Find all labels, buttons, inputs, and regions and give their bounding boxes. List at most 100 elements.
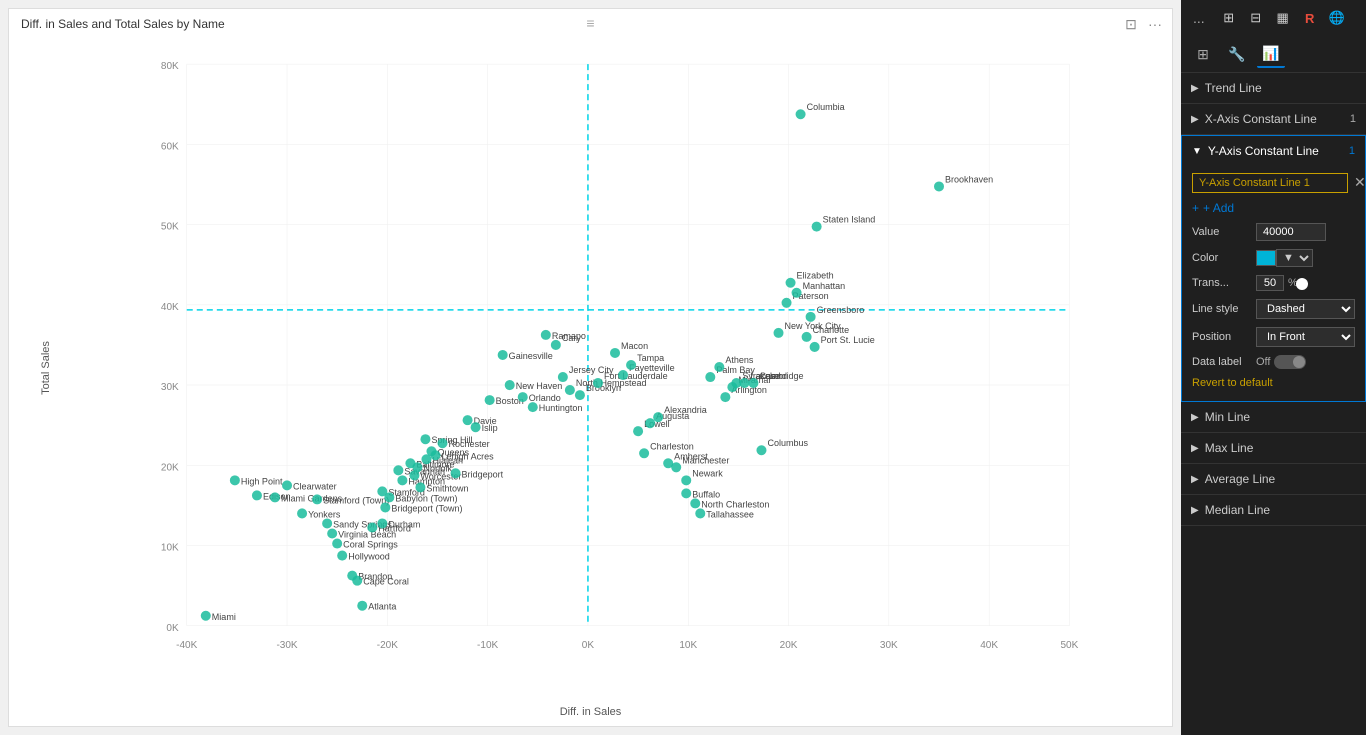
- svg-text:50K: 50K: [161, 222, 179, 233]
- svg-text:Manchester: Manchester: [682, 455, 729, 465]
- svg-text:New Haven: New Haven: [516, 381, 563, 391]
- svg-text:Athens: Athens: [725, 355, 754, 365]
- svg-text:Cambridge: Cambridge: [759, 371, 803, 381]
- svg-text:20K: 20K: [780, 640, 798, 651]
- line-style-label: Line style: [1192, 303, 1256, 315]
- x-axis-label: Diff. in Sales: [560, 706, 622, 718]
- line-style-select[interactable]: Dashed Solid Dotted: [1256, 299, 1355, 319]
- line-name-input[interactable]: [1192, 173, 1348, 193]
- svg-text:-10K: -10K: [477, 640, 498, 651]
- drag-handle[interactable]: ≡: [586, 15, 594, 31]
- add-label: + Add: [1203, 201, 1234, 215]
- section-label: X-Axis Constant Line: [1205, 112, 1317, 126]
- color-label: Color: [1192, 252, 1256, 264]
- data-label-toggle: Off: [1256, 355, 1306, 369]
- svg-text:Elizabeth: Elizabeth: [797, 271, 834, 281]
- svg-text:40K: 40K: [980, 640, 998, 651]
- svg-text:30K: 30K: [161, 382, 179, 393]
- svg-text:Tallahassee: Tallahassee: [706, 509, 754, 519]
- line-style-row: Line style Dashed Solid Dotted: [1192, 299, 1355, 319]
- panel-tab-analytics[interactable]: 📊: [1257, 40, 1285, 68]
- svg-text:Lehigh Acres: Lehigh Acres: [441, 451, 494, 461]
- svg-text:Rochester: Rochester: [449, 439, 490, 449]
- svg-text:Bridgeport (Town): Bridgeport (Town): [391, 503, 462, 513]
- panel-icon-grid[interactable]: ⊞: [1217, 6, 1241, 30]
- svg-text:Columbus: Columbus: [767, 438, 808, 448]
- toggle-off-label: Off: [1256, 356, 1270, 368]
- svg-text:Brookhaven: Brookhaven: [945, 174, 993, 184]
- svg-text:Stamford (Town): Stamford (Town): [323, 495, 389, 505]
- transparency-label: Trans...: [1192, 277, 1256, 289]
- svg-text:60K: 60K: [161, 141, 179, 152]
- section-min-line[interactable]: ▶ Min Line: [1181, 402, 1366, 433]
- transparency-input[interactable]: [1256, 275, 1284, 291]
- panel-more-dots[interactable]: ...: [1189, 8, 1209, 28]
- svg-text:Miami: Miami: [212, 612, 236, 622]
- chevron-icon: ▶: [1191, 83, 1199, 94]
- panel-tab-fields[interactable]: ⊞: [1189, 40, 1217, 68]
- y-axis-header[interactable]: ▼ Y-Axis Constant Line 1: [1182, 136, 1365, 166]
- section-label: Max Line: [1205, 441, 1254, 455]
- section-label: Trend Line: [1205, 81, 1262, 95]
- svg-text:Islip: Islip: [482, 423, 498, 433]
- svg-text:20K: 20K: [161, 462, 179, 473]
- svg-text:Alexandria: Alexandria: [664, 405, 708, 415]
- panel-icon-r[interactable]: R: [1298, 6, 1322, 30]
- y-axis-count: 1: [1349, 145, 1355, 157]
- section-median-line[interactable]: ▶ Median Line: [1181, 495, 1366, 526]
- chevron-icon: ▶: [1191, 412, 1199, 423]
- color-swatch[interactable]: [1256, 250, 1276, 266]
- color-dropdown[interactable]: ▼: [1276, 249, 1313, 267]
- svg-text:Newark: Newark: [692, 468, 723, 478]
- svg-text:Greensboro: Greensboro: [817, 305, 865, 315]
- svg-text:Smithtown: Smithtown: [426, 483, 468, 493]
- add-line-button[interactable]: + + Add: [1192, 201, 1355, 215]
- svg-text:80K: 80K: [161, 61, 179, 72]
- section-label: Median Line: [1205, 503, 1270, 517]
- close-line-button[interactable]: ✕: [1352, 172, 1366, 193]
- svg-text:0K: 0K: [166, 623, 179, 634]
- toggle-track[interactable]: [1274, 355, 1306, 369]
- section-max-line[interactable]: ▶ Max Line: [1181, 433, 1366, 464]
- chevron-icon: ▶: [1191, 114, 1199, 125]
- expand-icon[interactable]: ⊡: [1122, 15, 1140, 33]
- chart-title: Diff. in Sales and Total Sales by Name: [21, 17, 225, 31]
- panel-toolbar-row1: ... ⊞ ⊟ ▦ R 🌐: [1181, 0, 1366, 36]
- svg-text:Gainesville: Gainesville: [509, 351, 553, 361]
- revert-link[interactable]: Revert to default: [1192, 377, 1355, 389]
- panel-icon-table[interactable]: ⊟: [1244, 6, 1268, 30]
- position-row: Position In Front Behind: [1192, 327, 1355, 347]
- value-row: Value: [1192, 223, 1355, 241]
- chevron-icon: ▶: [1191, 443, 1199, 454]
- more-icon[interactable]: ···: [1146, 15, 1164, 33]
- panel-icon-globe[interactable]: 🌐: [1325, 6, 1349, 30]
- svg-text:Manhattan: Manhattan: [803, 281, 846, 291]
- panel-icon-chart[interactable]: ▦: [1271, 6, 1295, 30]
- svg-text:Port St. Lucie: Port St. Lucie: [821, 335, 875, 345]
- svg-text:Coral Springs: Coral Springs: [343, 540, 398, 550]
- svg-text:Durham: Durham: [388, 519, 420, 529]
- right-panel: ... ⊞ ⊟ ▦ R 🌐 ⊞ 🔧 📊 ▶ Trend Line ▶ X-Axi…: [1181, 0, 1366, 735]
- svg-text:Brooklyn: Brooklyn: [586, 383, 621, 393]
- section-label: Min Line: [1205, 410, 1250, 424]
- section-trend-line[interactable]: ▶ Trend Line: [1181, 73, 1366, 104]
- svg-text:-20K: -20K: [377, 640, 398, 651]
- chevron-icon: ▶: [1191, 474, 1199, 485]
- section-x-axis-constant[interactable]: ▶ X-Axis Constant Line 1: [1181, 104, 1366, 135]
- svg-text:Charlotte: Charlotte: [813, 325, 850, 335]
- svg-text:Tampa: Tampa: [637, 353, 665, 363]
- line-selector: ✕: [1192, 172, 1355, 193]
- section-average-line[interactable]: ▶ Average Line: [1181, 464, 1366, 495]
- svg-text:High Point: High Point: [241, 476, 283, 486]
- svg-text:Buffalo: Buffalo: [692, 489, 720, 499]
- color-row: Color ▼: [1192, 249, 1355, 267]
- svg-text:0K: 0K: [582, 640, 595, 651]
- svg-text:Huntington: Huntington: [539, 403, 583, 413]
- slider-thumb[interactable]: [1296, 278, 1308, 290]
- panel-tab-format[interactable]: 🔧: [1223, 40, 1251, 68]
- value-input[interactable]: [1256, 223, 1326, 241]
- svg-text:-40K: -40K: [176, 640, 197, 651]
- position-select[interactable]: In Front Behind: [1256, 327, 1355, 347]
- svg-text:Charleston: Charleston: [650, 441, 694, 451]
- section-y-axis-constant: ▼ Y-Axis Constant Line 1 ✕ + + Add Value: [1181, 135, 1366, 402]
